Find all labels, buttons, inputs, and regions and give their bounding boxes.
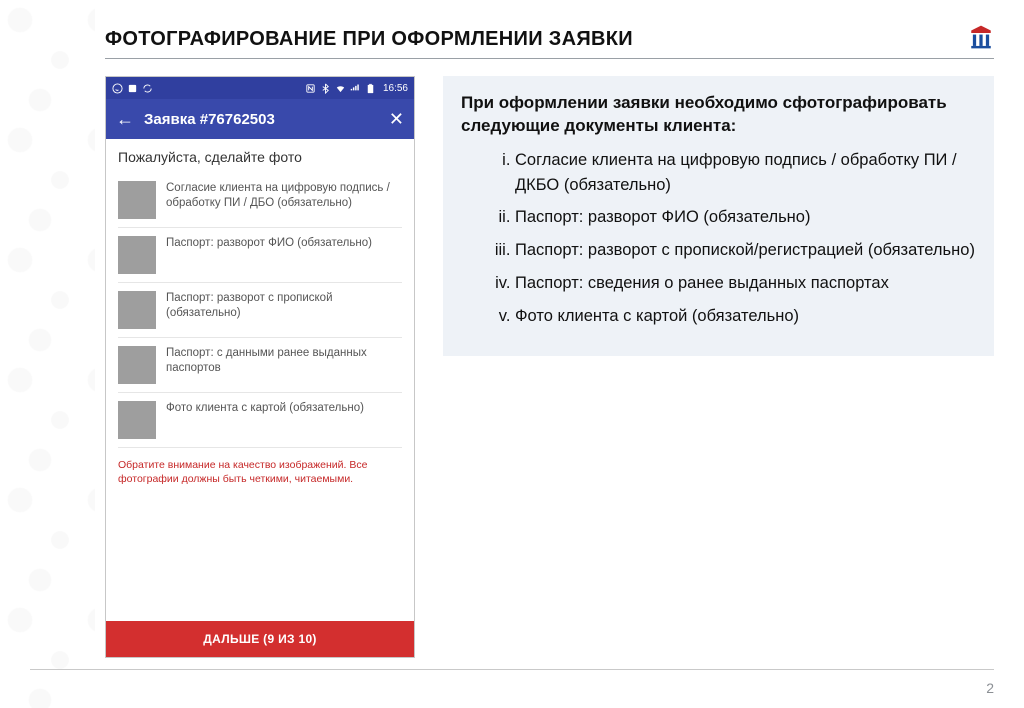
info-list-item: Фото клиента с картой (обязательно) xyxy=(515,304,976,329)
divider xyxy=(105,58,994,59)
next-button[interactable]: ДАЛЬШЕ (9 ИЗ 10) xyxy=(106,621,414,657)
photo-thumbnail-placeholder-icon xyxy=(118,236,156,274)
photo-item[interactable]: Паспорт: разворот ФИО (обязательно) xyxy=(118,228,402,283)
photo-item-label: Паспорт: с данными ранее выданных паспор… xyxy=(166,346,402,376)
status-time: 16:56 xyxy=(383,83,408,94)
whatsapp-icon xyxy=(112,83,123,94)
close-icon[interactable]: ✕ xyxy=(389,110,404,128)
photo-thumbnail-placeholder-icon xyxy=(118,401,156,439)
sync-icon xyxy=(142,83,153,94)
appbar-title: Заявка #76762503 xyxy=(144,111,379,128)
photo-item-label: Паспорт: разворот ФИО (обязательно) xyxy=(166,236,372,251)
page-title: ФОТОГРАФИРОВАНИЕ ПРИ ОФОРМЛЕНИИ ЗАЯВКИ xyxy=(105,28,633,51)
photo-prompt: Пожалуйста, сделайте фото xyxy=(118,149,402,165)
info-list-item: Согласие клиента на цифровую подпись / о… xyxy=(515,148,976,198)
nfc-icon xyxy=(305,83,316,94)
brand-logo-icon xyxy=(968,24,994,55)
signal-icon xyxy=(350,83,361,94)
photo-quality-warning: Обратите внимание на качество изображени… xyxy=(118,458,402,486)
bluetooth-icon xyxy=(320,83,331,94)
info-list-item: Паспорт: сведения о ранее выданных паспо… xyxy=(515,271,976,296)
photo-item-label: Согласие клиента на цифровую подпись / о… xyxy=(166,181,402,211)
wifi-icon xyxy=(335,83,346,94)
divider xyxy=(30,669,994,670)
info-list-item: Паспорт: разворот ФИО (обязательно) xyxy=(515,205,976,230)
info-lead: При оформлении заявки необходимо сфотогр… xyxy=(461,92,976,138)
page-number: 2 xyxy=(986,680,994,696)
app-notification-icon xyxy=(127,83,138,94)
phone-statusbar: 16:56 xyxy=(106,77,414,99)
photo-item[interactable]: Согласие клиента на цифровую подпись / о… xyxy=(118,173,402,228)
battery-icon xyxy=(365,83,376,94)
info-list-item: Паспорт: разворот с пропиской/регистраци… xyxy=(515,238,976,263)
phone-mockup: 16:56 ← Заявка #76762503 ✕ Пожалуйста, с… xyxy=(105,76,415,658)
photo-thumbnail-placeholder-icon xyxy=(118,291,156,329)
phone-appbar: ← Заявка #76762503 ✕ xyxy=(106,99,414,139)
back-arrow-icon[interactable]: ← xyxy=(116,110,134,128)
info-panel: При оформлении заявки необходимо сфотогр… xyxy=(443,76,994,356)
photo-item[interactable]: Фото клиента с картой (обязательно) xyxy=(118,393,402,448)
photo-item[interactable]: Паспорт: разворот с пропиской (обязатель… xyxy=(118,283,402,338)
photo-thumbnail-placeholder-icon xyxy=(118,346,156,384)
info-list: Согласие клиента на цифровую подпись / о… xyxy=(461,148,976,329)
decorative-pattern xyxy=(0,0,95,708)
photo-item-label: Паспорт: разворот с пропиской (обязатель… xyxy=(166,291,402,321)
photo-item-label: Фото клиента с картой (обязательно) xyxy=(166,401,364,416)
next-button-label: ДАЛЬШЕ (9 ИЗ 10) xyxy=(203,632,316,646)
photo-item[interactable]: Паспорт: с данными ранее выданных паспор… xyxy=(118,338,402,393)
photo-thumbnail-placeholder-icon xyxy=(118,181,156,219)
